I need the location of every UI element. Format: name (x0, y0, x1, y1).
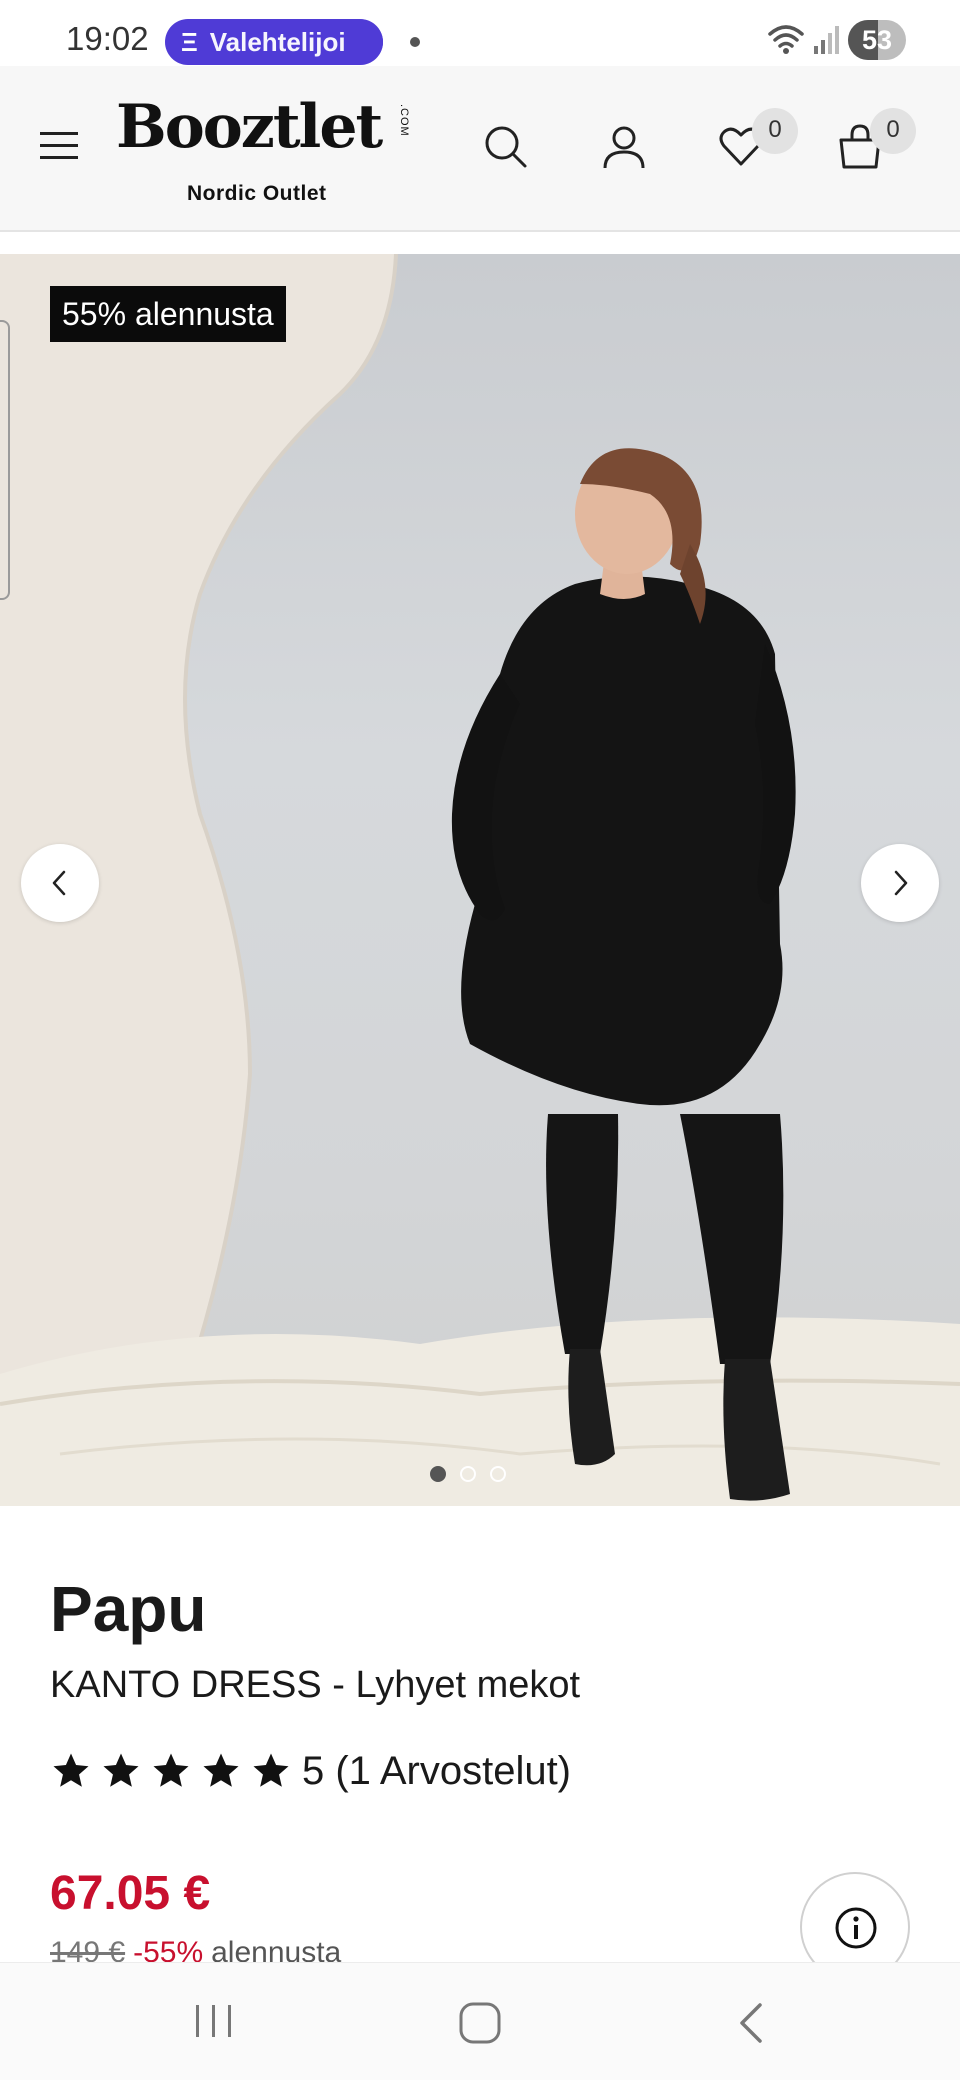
battery-level: 53 (861, 25, 893, 55)
info-icon (835, 1907, 877, 1949)
signal-icon (814, 26, 839, 54)
menu-icon[interactable] (38, 126, 82, 166)
site-header: Booztlet .COM Nordic Outlet 0 0 (0, 66, 960, 232)
notification-pill[interactable]: Ξ Valehtelijoi (165, 19, 383, 65)
notification-dot-icon (410, 37, 420, 47)
battery-icon: 53 (848, 20, 906, 60)
logo-subtitle: Nordic Outlet (187, 182, 327, 205)
system-navigation-bar (0, 1962, 960, 2080)
rating-stars (50, 1750, 292, 1792)
home-icon[interactable] (458, 2001, 502, 2045)
app-logo-icon: Ξ (181, 26, 198, 57)
star-icon (103, 1753, 139, 1787)
recents-icon[interactable] (192, 2001, 236, 2041)
gallery-next-button[interactable] (861, 844, 939, 922)
search-icon[interactable] (481, 122, 531, 172)
product-rating[interactable]: 5 (1 Arvostelut) (50, 1746, 571, 1796)
product-image-gallery[interactable]: 55% alennusta (0, 254, 960, 1506)
star-icon (53, 1753, 89, 1787)
current-price: 67.05 € (50, 1867, 211, 1920)
status-time: 19:02 (66, 20, 149, 57)
discount-badge: 55% alennusta (50, 286, 286, 342)
gallery-dot[interactable] (490, 1466, 506, 1482)
chevron-right-icon (894, 870, 908, 896)
star-icon (153, 1753, 189, 1787)
product-title: KANTO DRESS - Lyhyet mekot (50, 1664, 581, 1706)
rating-text: 5 (1 Arvostelut) (302, 1748, 572, 1793)
user-icon[interactable] (599, 122, 649, 172)
gallery-prev-button[interactable] (21, 844, 99, 922)
back-icon[interactable] (732, 2001, 772, 2045)
gallery-dot[interactable] (460, 1466, 476, 1482)
star-icon (203, 1753, 239, 1787)
product-photo (0, 254, 960, 1506)
gallery-dot[interactable] (430, 1466, 446, 1482)
product-brand[interactable]: Papu (50, 1572, 206, 1646)
wifi-icon (768, 25, 804, 54)
logo-text: Booztlet (116, 92, 383, 162)
status-bar: 19:02 Ξ Valehtelijoi 53 (0, 0, 960, 66)
wishlist-count-badge: 0 (752, 108, 798, 154)
site-logo[interactable]: Booztlet .COM Nordic Outlet (116, 88, 416, 208)
cart-count-badge: 0 (870, 108, 916, 154)
chevron-left-icon (52, 870, 66, 896)
logo-com: .COM (398, 104, 410, 137)
star-icon (253, 1753, 289, 1787)
notification-pill-text: Valehtelijoi (209, 26, 346, 57)
gallery-pagination (430, 1466, 506, 1482)
